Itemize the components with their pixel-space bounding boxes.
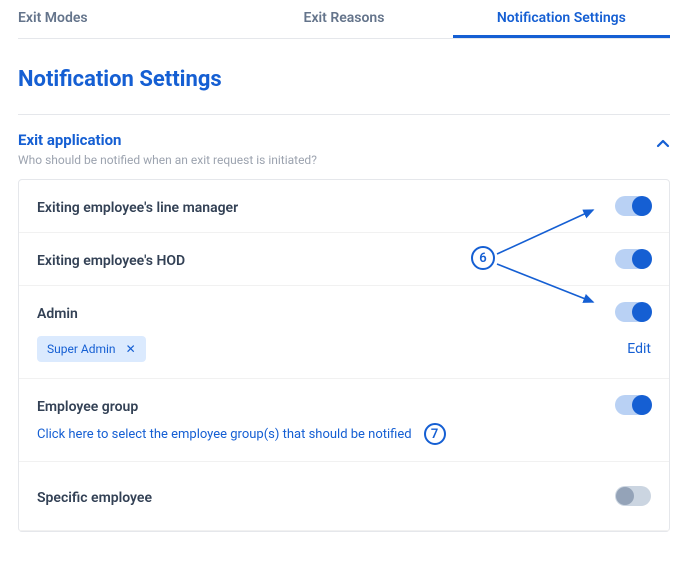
row-admin: Admin (19, 286, 669, 328)
annotation-badge-7: 7 (424, 423, 446, 445)
settings-panel: Exiting employee's line manager Exiting … (18, 179, 670, 532)
divider (18, 114, 670, 115)
tab-label: Notification Settings (497, 10, 626, 26)
row-hod: Exiting employee's HOD (19, 233, 669, 286)
chip-super-admin: Super Admin ✕ (37, 336, 146, 362)
toggle-knob (632, 249, 652, 269)
row-line-manager: Exiting employee's line manager (19, 180, 669, 233)
toggle-admin[interactable] (615, 302, 651, 322)
edit-link[interactable]: Edit (627, 341, 651, 357)
tab-notification-settings[interactable]: Notification Settings (453, 0, 670, 38)
annotation-badge-6: 6 (471, 246, 495, 270)
group-sublink-row: Click here to select the employee group(… (19, 423, 669, 462)
section-header: Exit application Who should be notified … (18, 131, 670, 167)
section-title: Exit application (18, 131, 317, 149)
tab-exit-reasons[interactable]: Exit Reasons (235, 0, 452, 38)
toggle-knob (632, 196, 652, 216)
toggle-knob (632, 395, 652, 415)
row-specific-employee: Specific employee (19, 462, 669, 531)
chevron-up-icon[interactable] (656, 135, 670, 156)
select-group-link[interactable]: Click here to select the employee group(… (37, 427, 412, 442)
close-icon[interactable]: ✕ (126, 342, 136, 356)
row-employee-group: Employee group (19, 379, 669, 423)
tabs: Exit Modes Exit Reasons Notification Set… (18, 0, 670, 39)
row-label: Specific employee (37, 490, 152, 506)
section-subtitle: Who should be notified when an exit requ… (18, 153, 317, 167)
toggle-line-manager[interactable] (615, 196, 651, 216)
toggle-specific-employee[interactable] (615, 486, 651, 506)
tab-label: Exit Reasons (304, 10, 385, 26)
row-label: Exiting employee's HOD (37, 253, 185, 269)
toggle-employee-group[interactable] (615, 395, 651, 415)
row-label: Exiting employee's line manager (37, 200, 238, 216)
chip-label: Super Admin (47, 342, 116, 356)
toggle-hod[interactable] (615, 249, 651, 269)
tab-exit-modes[interactable]: Exit Modes (18, 0, 235, 38)
row-label: Admin (37, 306, 78, 322)
admin-chip-row: Super Admin ✕ Edit (19, 328, 669, 379)
toggle-knob (632, 302, 652, 322)
tab-label: Exit Modes (18, 10, 88, 26)
row-label: Employee group (37, 399, 138, 415)
page-title: Notification Settings (18, 67, 670, 92)
toggle-knob (616, 487, 634, 505)
